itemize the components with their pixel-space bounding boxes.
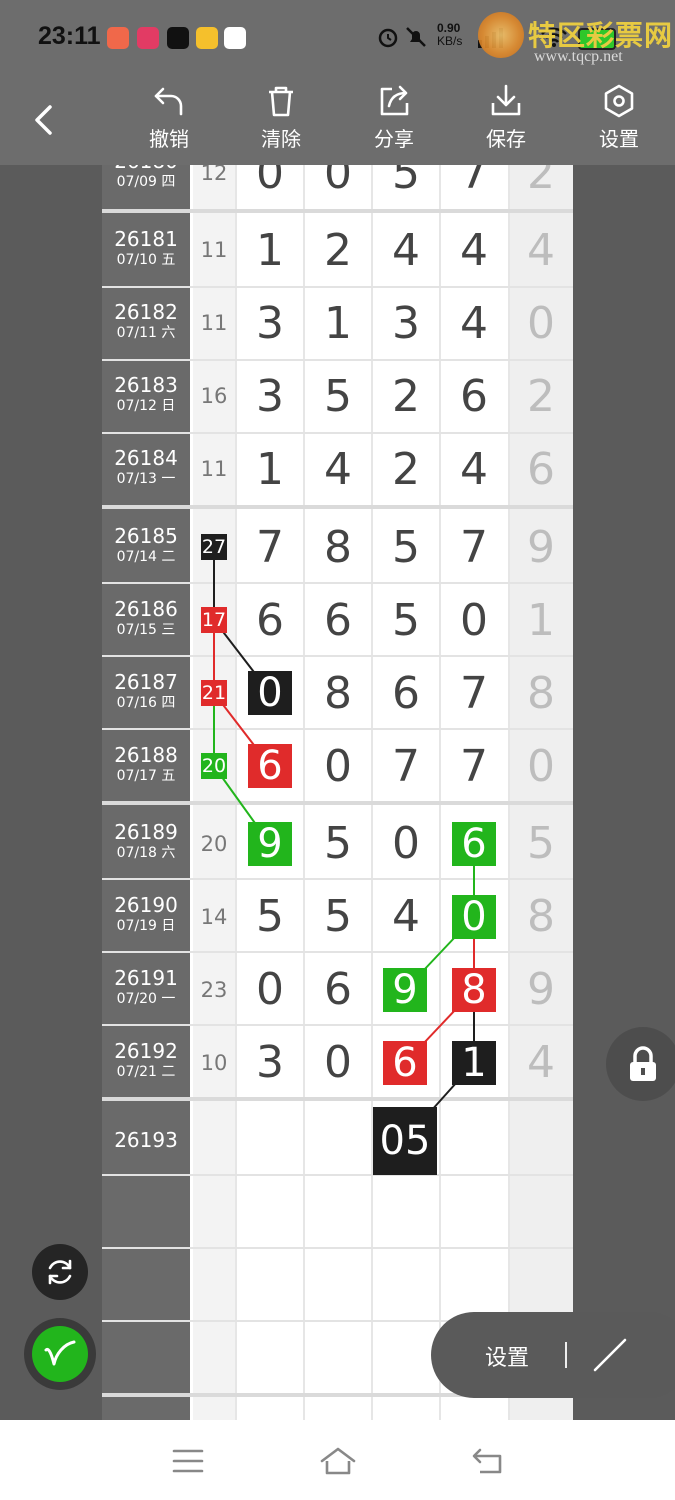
app-icon-4 [196,27,218,49]
back-nav-icon[interactable] [470,1446,506,1476]
undo-button[interactable]: 撤销 [129,83,209,152]
toolbar: 撤销 清除 分享 保存 设置 [0,75,675,165]
digit-highlight: 1 [452,1041,496,1085]
sum-highlight: 20 [201,753,227,779]
download-icon [491,84,521,116]
sum-highlight: 21 [201,680,227,706]
lock-icon [630,1046,656,1081]
settings-label: 设置 [599,127,639,151]
clear-button[interactable]: 清除 [241,83,321,152]
undo-icon [154,87,183,116]
undo-label: 撤销 [149,127,189,151]
digit-highlight: 9 [383,968,427,1012]
prediction-box: 05 [373,1107,437,1175]
settings-button[interactable]: 设置 [579,83,659,152]
tiktok-icon [167,27,189,49]
line-tool-icon[interactable] [591,1336,629,1374]
sum-highlight: 17 [201,607,227,633]
trend-grid[interactable]: 2618007/09 四 12 0 0 5 7 2 2618107/10 五 1… [102,165,573,1420]
share-button[interactable]: 分享 [354,83,434,152]
app-icon-2 [137,27,159,49]
mute-icon [406,27,426,47]
clear-label: 清除 [261,127,301,151]
draw-mode-button[interactable] [24,1318,96,1390]
net-speed-unit: KB/s [437,34,463,48]
app-icon-1 [107,27,129,49]
watermark: 特区彩票网 www.tqcp.net [470,8,675,68]
trend-lines [213,547,475,1141]
save-button[interactable]: 保存 [466,83,546,152]
watermark-logo [478,12,524,58]
trash-icon [269,86,293,117]
alarm-icon [378,28,398,48]
digit-highlight: 6 [248,744,292,788]
digit-highlight: 0 [248,671,292,715]
status-bar: 23:11 0.90 KB/s 特区彩票网 www.tqcp.net [0,0,675,75]
pill-settings-label[interactable]: 设置 [485,1340,529,1372]
digit-highlight: 6 [452,822,496,866]
qq-icon [224,27,246,49]
refresh-button[interactable] [32,1244,88,1300]
net-speed: 0.90 KB/s [437,22,462,48]
digit-highlight: 9 [248,822,292,866]
sum-highlight: 27 [201,534,227,560]
lock-button[interactable] [606,1027,675,1101]
home-icon[interactable] [319,1446,357,1476]
digit-highlight: 8 [452,968,496,1012]
save-label: 保存 [486,127,526,151]
refresh-icon [48,1259,72,1285]
clock: 23:11 [38,22,101,50]
watermark-url: www.tqcp.net [534,48,623,65]
digit-highlight: 6 [383,1041,427,1085]
share-icon [380,85,409,116]
settings-hexagon-icon [604,84,634,118]
system-nav-bar [0,1420,675,1500]
back-icon[interactable] [28,103,62,137]
drawing-settings-pill[interactable]: 设置 [431,1312,675,1398]
draw-mode-indicator [32,1326,88,1382]
digit-highlight: 0 [452,895,496,939]
pen-stroke-icon [44,1340,76,1366]
share-label: 分享 [374,127,414,151]
pill-divider [565,1342,567,1368]
menu-icon[interactable] [172,1448,204,1474]
